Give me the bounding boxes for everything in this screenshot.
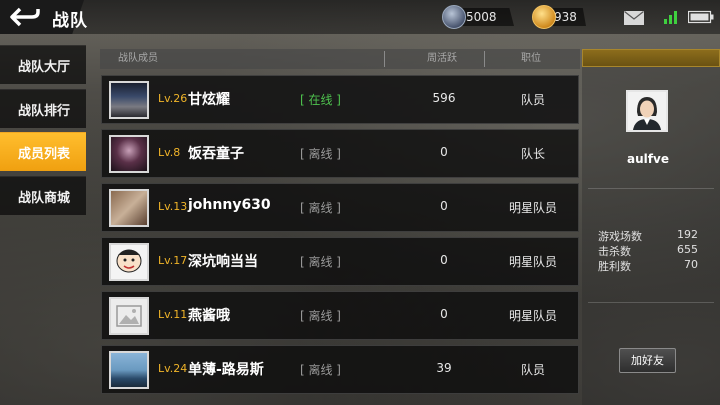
- member-row[interactable]: Lv.24 单薄-路易斯 [ 离线 ] 39 队员: [101, 345, 579, 394]
- member-avatar: [109, 135, 149, 173]
- back-arrow-icon: [10, 7, 40, 27]
- member-role: 队员: [520, 93, 545, 107]
- coin-value: 938: [554, 10, 577, 24]
- selected-member-avatar: [626, 90, 668, 132]
- member-role: 明星队员: [508, 201, 557, 215]
- member-avatar: [109, 243, 149, 281]
- rank-points-value: 5008: [466, 10, 497, 24]
- stat-kills-value: 655: [677, 243, 698, 256]
- member-avatar: [109, 351, 149, 389]
- member-status: [ 离线 ]: [300, 363, 341, 377]
- member-name: 饭吞童子: [188, 146, 244, 162]
- member-level: Lv.8: [158, 146, 181, 159]
- member-activity: 0: [440, 145, 448, 159]
- member-name: johnny630: [188, 197, 271, 213]
- member-row[interactable]: Lv.8 饭吞童子 [ 离线 ] 0 队长: [101, 129, 579, 178]
- member-name: 甘炫耀: [188, 92, 230, 108]
- nav-member-list[interactable]: 成员列表: [0, 132, 86, 171]
- member-level: Lv.17: [158, 254, 188, 267]
- member-role: 队长: [520, 147, 545, 161]
- member-level: Lv.11: [158, 308, 188, 321]
- member-activity: 0: [440, 199, 448, 213]
- member-name: 单薄-路易斯: [188, 362, 264, 378]
- nav-label: 战队商城: [18, 190, 71, 206]
- member-avatar: [109, 81, 149, 119]
- member-avatar: [109, 297, 149, 335]
- member-row[interactable]: Lv.26 甘炫耀 [ 在线 ] 596 队员: [101, 75, 579, 124]
- top-bar: 战队 5008 938: [0, 0, 720, 34]
- stat-kills-label: 击杀数: [598, 245, 631, 258]
- nav-team-shop[interactable]: 战队商城: [0, 176, 86, 215]
- member-row[interactable]: Lv.17 深坑响当当 [ 离线 ] 0 明星队员: [101, 237, 579, 286]
- member-activity: 39: [436, 361, 452, 375]
- nav-team-ranking[interactable]: 战队排行: [0, 89, 86, 128]
- member-row[interactable]: Lv.11 燕酱哦 [ 离线 ] 0 明星队员: [101, 291, 579, 340]
- selected-member-name: aulfve: [627, 152, 669, 166]
- member-role: 明星队员: [508, 255, 557, 269]
- header-position: 职位: [521, 53, 541, 64]
- coin-icon: [532, 5, 556, 29]
- nav-label: 成员列表: [18, 146, 71, 162]
- nav-label: 战队大厅: [18, 59, 71, 75]
- header-members: 战队成员: [118, 53, 158, 64]
- member-status: [ 离线 ]: [300, 255, 341, 269]
- member-status: [ 离线 ]: [300, 201, 341, 215]
- member-status: [ 离线 ]: [300, 309, 341, 323]
- stat-games-label: 游戏场数: [598, 230, 642, 243]
- header-divider: [384, 51, 385, 67]
- member-role: 队员: [520, 363, 545, 377]
- page-title: 战队: [52, 11, 88, 31]
- stat-games-value: 192: [677, 228, 698, 241]
- member-role: 明星队员: [508, 309, 557, 323]
- header-weekly-activity: 周活跃: [427, 53, 457, 64]
- member-status: [ 在线 ]: [300, 93, 341, 107]
- divider: [588, 302, 714, 303]
- nav-label: 战队排行: [18, 103, 71, 119]
- mail-icon[interactable]: [624, 11, 644, 25]
- member-activity: 0: [440, 307, 448, 321]
- member-name: 燕酱哦: [188, 308, 230, 324]
- member-activity: 596: [432, 91, 456, 105]
- member-status: [ 离线 ]: [300, 147, 341, 161]
- cartoon-face-icon: [116, 249, 142, 273]
- member-activity: 0: [440, 253, 448, 267]
- detail-panel-header: [582, 49, 720, 67]
- add-friend-button[interactable]: 加好友: [619, 348, 676, 373]
- nav-team-hall[interactable]: 战队大厅: [0, 45, 86, 84]
- member-level: Lv.26: [158, 92, 188, 105]
- portrait-icon: [628, 92, 666, 130]
- member-list-header: 战队成员 周活跃 职位: [100, 49, 580, 69]
- stat-wins-value: 70: [684, 258, 698, 271]
- member-level: Lv.13: [158, 200, 188, 213]
- rank-badge-icon: [442, 5, 466, 29]
- battery-icon: [688, 10, 714, 24]
- signal-icon: [664, 11, 677, 24]
- image-placeholder-icon: [116, 305, 142, 327]
- member-row[interactable]: Lv.13 johnny630 [ 离线 ] 0 明星队员: [101, 183, 579, 232]
- member-level: Lv.24: [158, 362, 188, 375]
- stat-wins-label: 胜利数: [598, 260, 631, 273]
- member-name: 深坑响当当: [188, 254, 258, 270]
- divider: [588, 188, 714, 189]
- member-avatar: [109, 189, 149, 227]
